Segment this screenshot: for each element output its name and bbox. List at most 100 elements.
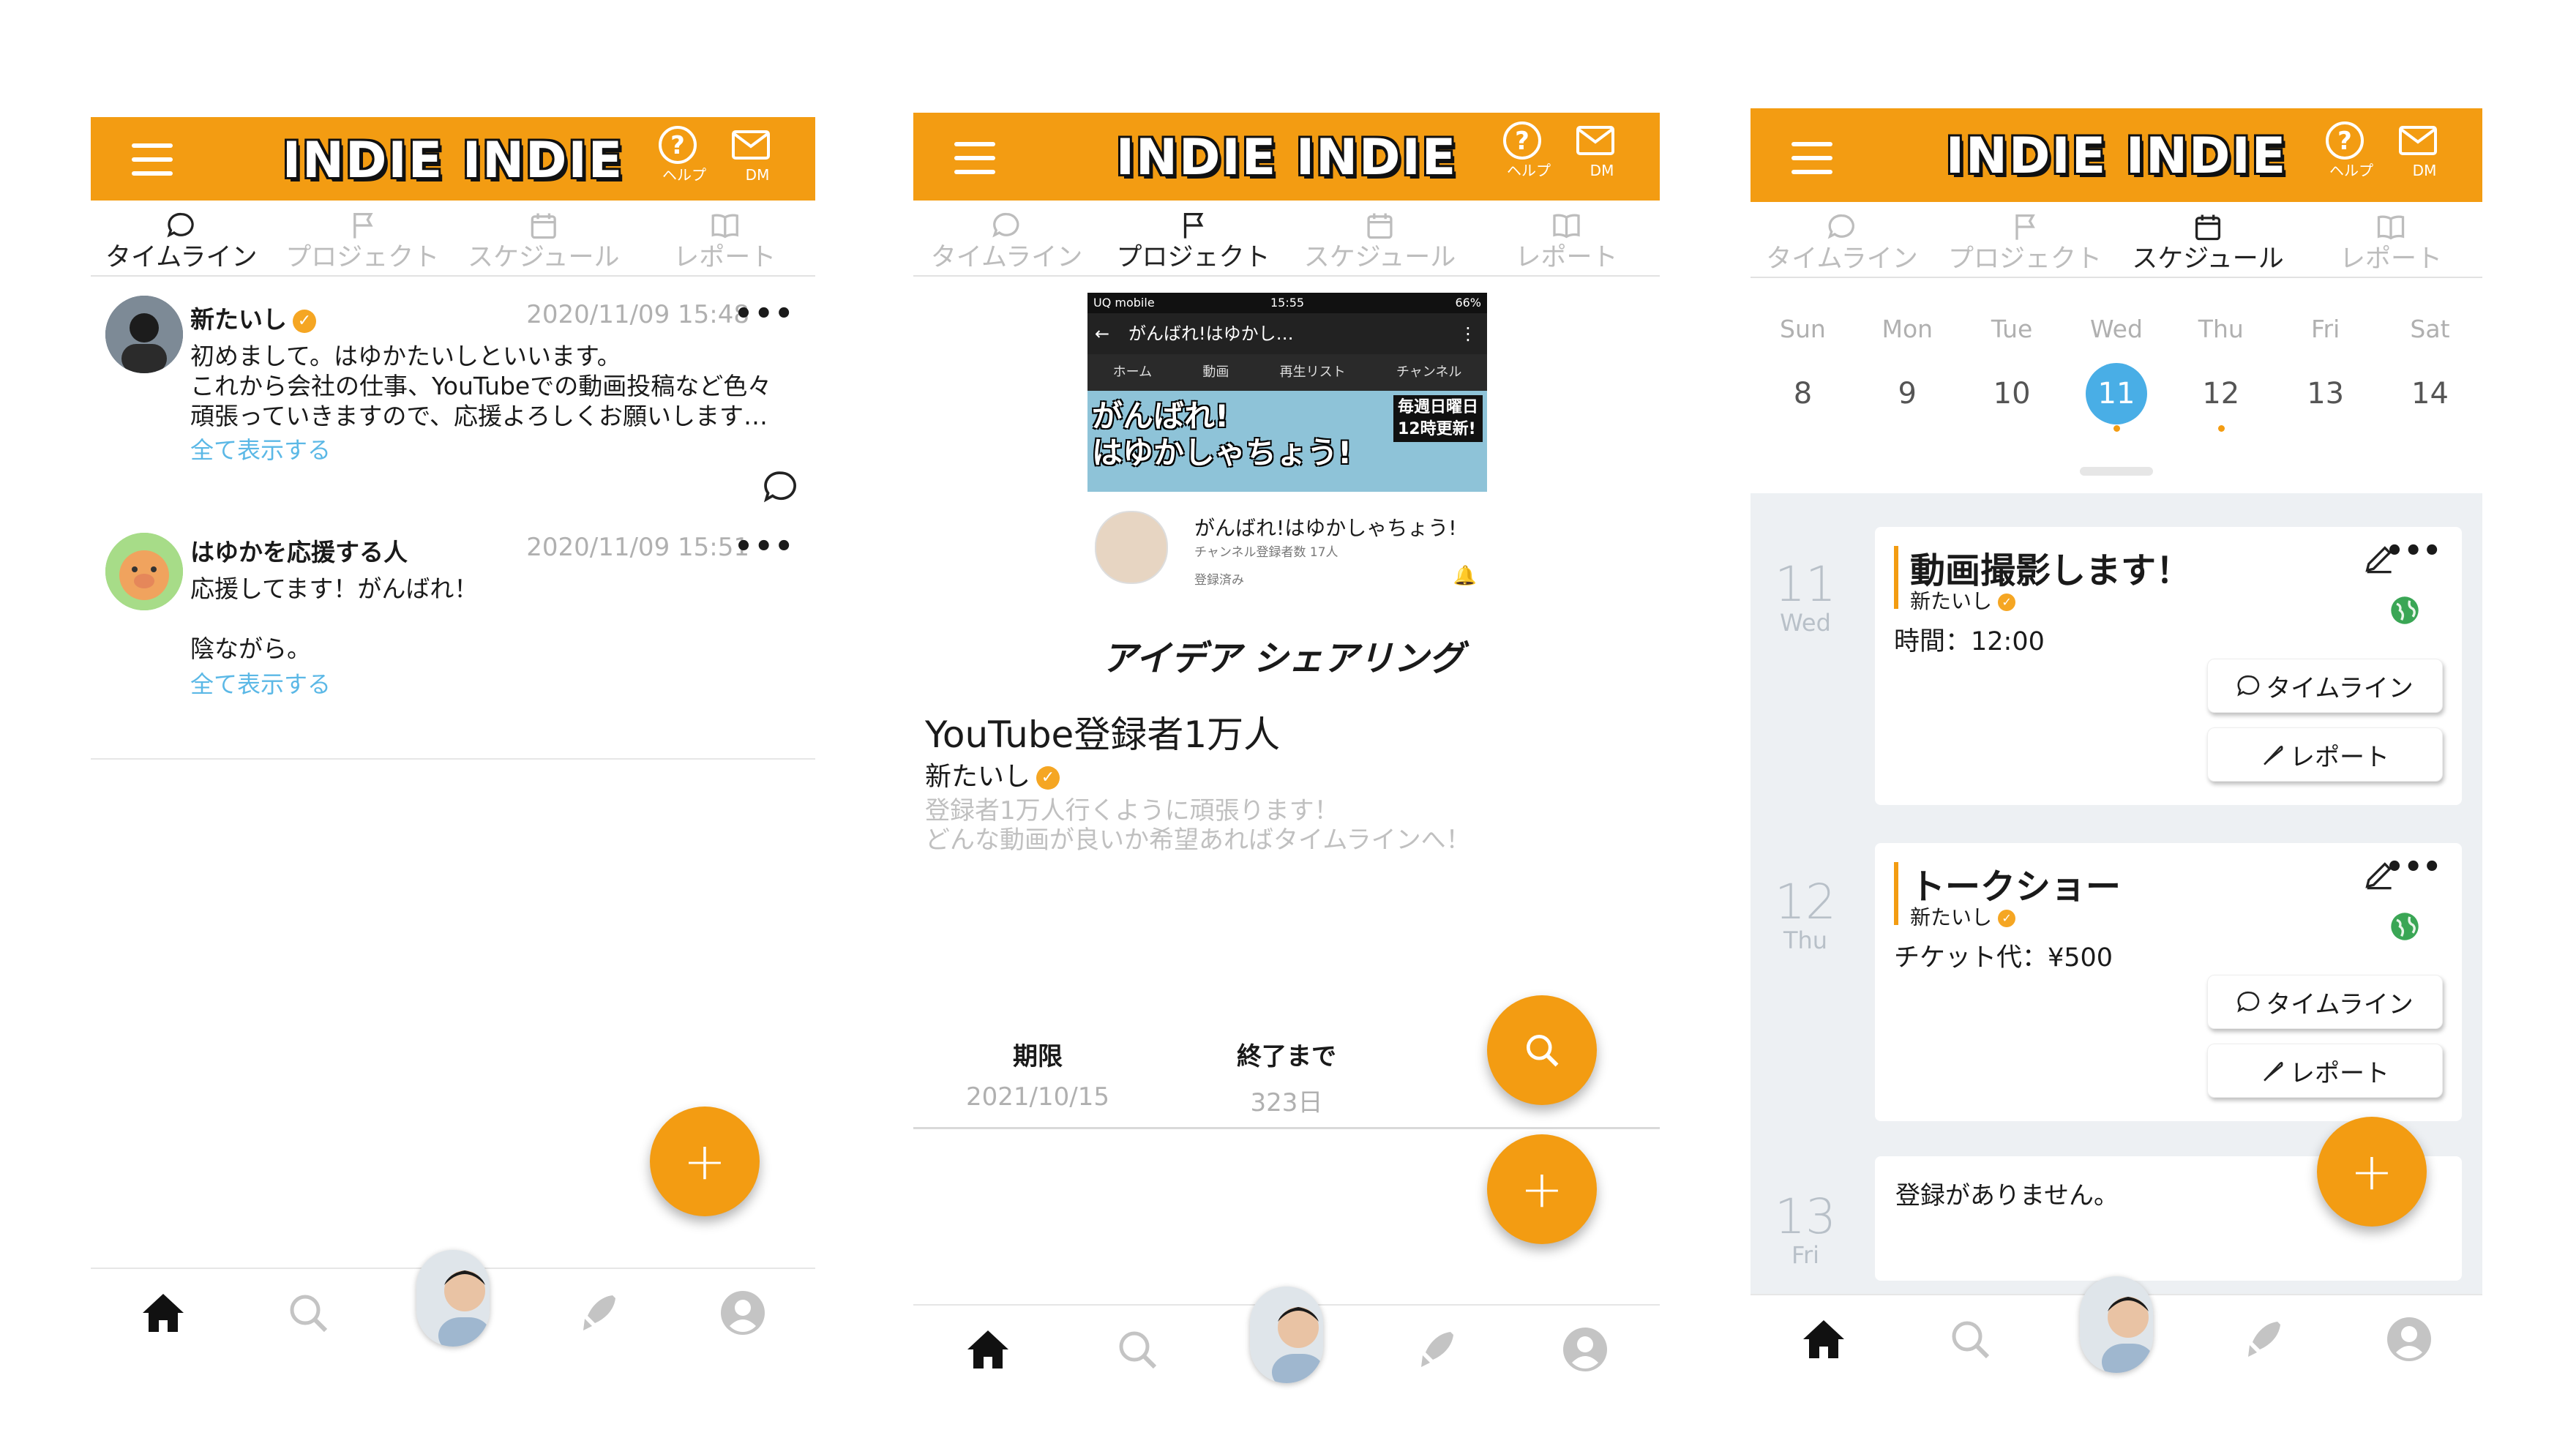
flag-icon: [1183, 212, 1204, 239]
tab-bar: タイムライン プロジェクト スケジュール レポート: [913, 202, 1660, 277]
dm-button[interactable]: DM: [2396, 119, 2453, 179]
empty-message: 登録がありません。: [1895, 1181, 2119, 1210]
app-header: INDIE INDIE ? ヘルプ DM: [1751, 108, 2482, 202]
more-icon[interactable]: •••: [734, 530, 795, 564]
menu-icon[interactable]: [1791, 142, 1832, 174]
post-author[interactable]: はゆかを応援する人: [190, 533, 408, 568]
post-author[interactable]: 新たいし ✓: [190, 300, 316, 335]
tab-schedule[interactable]: スケジュール: [453, 202, 634, 275]
add-post-button[interactable]: +: [650, 1107, 760, 1216]
project-screen: INDIE INDIE ? ヘルプ DM タイムライン プロジェクト スケジュー…: [913, 113, 1660, 1401]
tab-schedule[interactable]: スケジュール: [1287, 202, 1473, 275]
divider: [913, 1127, 1660, 1129]
channel-banner: がんばれ! はゆかしゃちょう! 毎週日曜日 12時更新!: [1087, 391, 1487, 492]
comment-icon[interactable]: [763, 468, 799, 505]
help-button[interactable]: ? ヘルプ: [2323, 119, 2380, 179]
bottom-nav: [91, 1250, 815, 1357]
svg-text:?: ?: [2337, 127, 2352, 156]
tab-project[interactable]: プロジェクト: [272, 202, 454, 275]
help-icon: ?: [1503, 121, 1541, 160]
tab-timeline[interactable]: タイムライン: [91, 202, 272, 275]
rocket-icon[interactable]: [561, 1276, 634, 1349]
event-owner[interactable]: 新たいし ✓: [1910, 585, 2016, 615]
tab-timeline[interactable]: タイムライン: [1751, 203, 1933, 277]
avatar[interactable]: [105, 533, 183, 610]
timeline-link-button[interactable]: タイムライン: [2207, 975, 2443, 1029]
search-fab-button[interactable]: [1487, 995, 1597, 1105]
feather-icon: [2264, 746, 2283, 765]
help-label: ヘルプ: [662, 166, 706, 184]
profile-avatar-button[interactable]: [1250, 1287, 1323, 1386]
help-button[interactable]: ? ヘルプ: [656, 123, 713, 183]
home-icon[interactable]: [1787, 1303, 1860, 1376]
menu-icon[interactable]: [954, 142, 995, 174]
timeline-post: 新たいし ✓ 2020/11/09 15:48 ••• 初めまして。はゆかたいしと…: [91, 296, 815, 512]
add-project-button[interactable]: +: [1487, 1134, 1597, 1244]
help-button[interactable]: ? ヘルプ: [1500, 119, 1557, 179]
timeline-link-button[interactable]: タイムライン: [2207, 659, 2443, 713]
globe-icon: [2391, 913, 2419, 940]
dm-button[interactable]: DM: [729, 123, 786, 183]
search-icon[interactable]: [1933, 1303, 2007, 1376]
show-all-link[interactable]: 全て表示する: [190, 666, 331, 700]
search-icon[interactable]: [272, 1276, 345, 1349]
date-cell[interactable]: 14: [2386, 363, 2474, 424]
project-image[interactable]: UQ mobile 15:55 66% ← がんばれ!はゆかし… ⋮ ホーム 動…: [1087, 293, 1487, 688]
mail-icon: [2399, 126, 2437, 155]
account-icon[interactable]: [2373, 1303, 2446, 1376]
account-icon[interactable]: [1549, 1313, 1622, 1386]
dm-button[interactable]: DM: [1573, 119, 1630, 179]
profile-avatar-button[interactable]: [416, 1250, 490, 1349]
add-event-button[interactable]: +: [2317, 1117, 2427, 1227]
home-icon[interactable]: [127, 1276, 200, 1349]
rocket-icon[interactable]: [1399, 1313, 1472, 1386]
report-link-button[interactable]: レポート: [2207, 1044, 2443, 1098]
report-link-button[interactable]: レポート: [2207, 727, 2443, 782]
search-icon[interactable]: [1101, 1313, 1174, 1386]
tab-project[interactable]: プロジェクト: [1933, 203, 2116, 277]
tab-report[interactable]: レポート: [1473, 202, 1660, 275]
tab-project[interactable]: プロジェクト: [1100, 202, 1287, 275]
globe-icon: [2391, 596, 2419, 624]
date-cell[interactable]: 9: [1863, 363, 1951, 424]
avatar[interactable]: [105, 296, 183, 373]
calendar-icon: [531, 213, 556, 239]
project-owner[interactable]: 新たいし ✓: [925, 755, 1060, 793]
verified-icon: ✓: [1036, 766, 1060, 790]
search-icon: [1527, 1035, 1559, 1067]
timeline-post: はゆかを応援する人 2020/11/09 15:51 ••• 応援してます！がん…: [91, 530, 815, 752]
rocket-icon[interactable]: [2226, 1303, 2299, 1376]
tab-report[interactable]: レポート: [2299, 203, 2482, 277]
menu-icon[interactable]: [132, 143, 173, 176]
profile-avatar-button[interactable]: [2080, 1276, 2153, 1376]
project-description: 登録者1万人行くように頑張ります！ どんな動画が良いか希望あればタイムラインへ！: [925, 796, 1471, 855]
event-accent-bar: [1894, 546, 1898, 609]
more-icon[interactable]: •••: [2385, 534, 2441, 568]
timeline-screen: INDIE INDIE ? ヘルプ DM タイムライン プロジェクト スケジュー…: [91, 117, 815, 1376]
event-card[interactable]: トークショー 新たいし ✓ チケット代：¥500 ••• タイムライン レポート: [1875, 843, 2462, 1121]
event-dot: [2113, 425, 2120, 432]
app-header: INDIE INDIE ? ヘルプ DM: [91, 117, 815, 201]
date-cell[interactable]: 12: [2177, 363, 2265, 432]
account-icon[interactable]: [706, 1276, 779, 1349]
date-cell[interactable]: 11: [2073, 363, 2160, 432]
show-all-link[interactable]: 全て表示する: [190, 432, 331, 465]
book-icon: [1553, 214, 1580, 239]
avatar: [1250, 1287, 1323, 1383]
tab-report[interactable]: レポート: [634, 202, 816, 275]
home-icon[interactable]: [951, 1313, 1025, 1386]
tab-schedule[interactable]: スケジュール: [2116, 203, 2299, 277]
event-owner[interactable]: 新たいし ✓: [1910, 902, 2016, 931]
event-card[interactable]: 動画撮影します！ 新たいし ✓ 時間：12:00 ••• タイムライン レポート: [1875, 527, 2462, 805]
drag-handle[interactable]: [2080, 467, 2153, 476]
verified-icon: ✓: [1998, 910, 2016, 927]
date-cell[interactable]: 8: [1759, 363, 1846, 424]
status-bar: UQ mobile 15:55 66%: [1087, 293, 1487, 313]
more-icon[interactable]: •••: [2385, 850, 2441, 884]
post-body: 応援してます！がんばれ！ 陰ながら。: [190, 574, 479, 663]
day-label: 12 Thu: [1775, 874, 1836, 954]
more-icon[interactable]: •••: [734, 297, 795, 331]
tab-timeline[interactable]: タイムライン: [913, 202, 1100, 275]
date-cell[interactable]: 10: [1968, 363, 2056, 424]
date-cell[interactable]: 13: [2282, 363, 2370, 424]
